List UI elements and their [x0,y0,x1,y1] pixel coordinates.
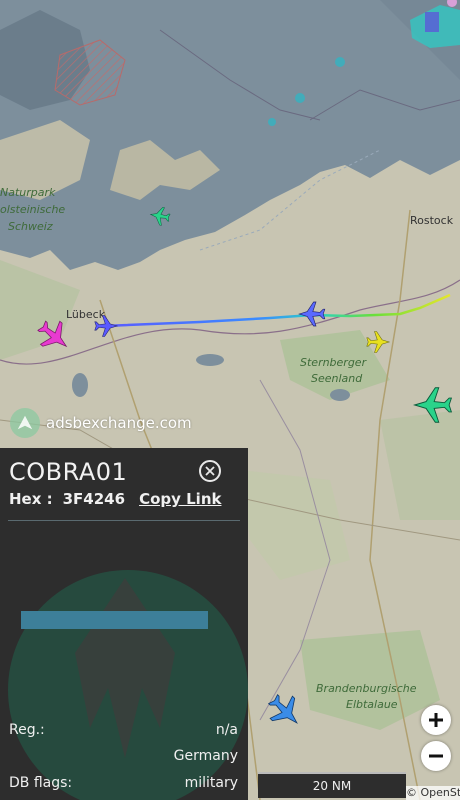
close-icon [205,466,215,476]
reg-label: Reg.: [9,722,45,738]
adsbexchange-logo-icon [10,408,40,438]
place-label-schweiz: Schweiz [8,220,53,233]
aircraft-icon-green-small[interactable] [148,204,172,228]
aircraft-icon-purple[interactable] [92,312,120,340]
dbflags-label: DB flags: [9,775,73,791]
zoom-out-button[interactable] [421,741,451,771]
aircraft-icon-blue[interactable] [264,690,306,732]
selected-aircraft-icon[interactable] [34,316,74,356]
place-label-brandenburgische: Brandenburgische [316,682,417,695]
zoom-in-button[interactable] [421,705,451,735]
place-label-naturpark: Naturpark [0,186,56,199]
callsign-title: COBRA01 [9,458,128,486]
hex-row: Hex : 3F4246 Copy Link [9,490,221,508]
hex-label: Hex : [9,490,53,508]
aircraft-info-panel: COBRA01 Hex : 3F4246 Copy Link Reg.: n/a… [0,448,248,800]
watermark-text: adsbexchange.com [46,414,192,432]
hex-value: 3F4246 [62,490,126,508]
place-label-seenland: Seenland [311,372,363,385]
divider [8,520,240,521]
copy-link-button[interactable]: Copy Link [139,490,221,508]
place-label-holsteinische: olsteinische [0,203,66,216]
close-panel-button[interactable] [199,460,221,482]
aircraft-icon-yellow[interactable] [364,328,392,356]
aircraft-icon-green-large[interactable] [410,382,456,428]
place-label-sternberger: Sternberger [300,356,367,369]
plus-icon [429,713,443,727]
aircraft-icon-blue-track[interactable] [296,298,328,330]
minus-icon [429,754,443,758]
reg-value: n/a [215,722,238,738]
place-label-elbtalaue: Elbtalaue [346,698,398,711]
scale-bar: 20 NM [258,772,406,798]
adsbexchange-watermark: adsbexchange.com [10,408,192,438]
photo-loading-bar [21,611,208,629]
dbflags-value: military [184,775,238,791]
country-value: Germany [173,748,238,764]
city-label-rostock: Rostock [410,214,454,227]
aircraft-silhouette-placeholder [8,570,248,800]
map-attribution[interactable]: © OpenStreetMap contributors [406,786,460,800]
